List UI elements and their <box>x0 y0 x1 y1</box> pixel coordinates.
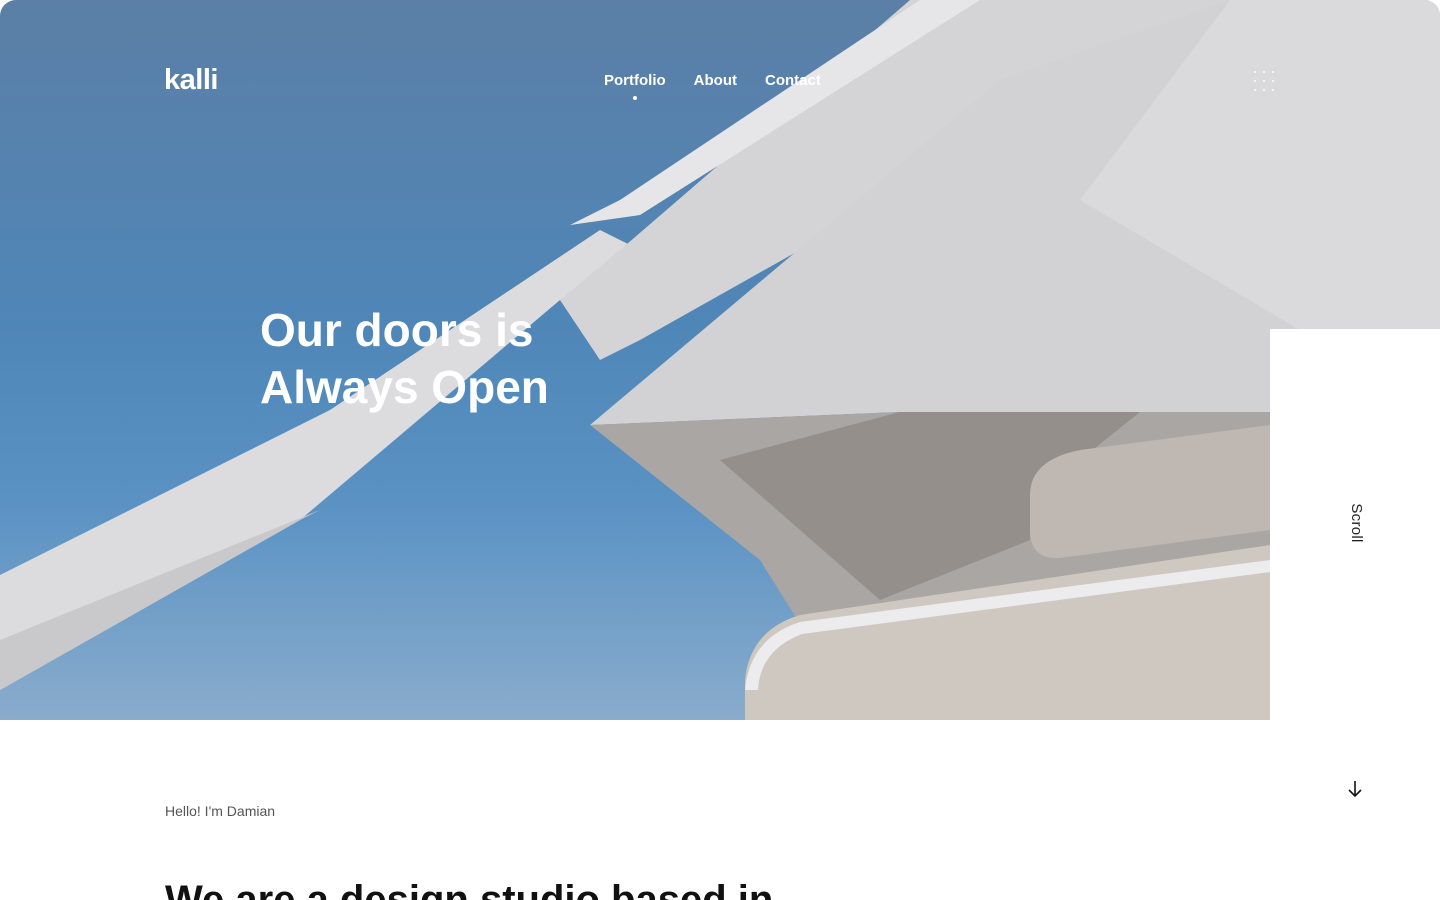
intro-greeting: Hello! I'm Damian <box>165 803 276 819</box>
logo[interactable]: kalli <box>164 64 218 97</box>
hero-headline: Our doors is Always Open <box>260 302 680 416</box>
nav-portfolio[interactable]: Portfolio <box>604 72 666 100</box>
scroll-label[interactable]: Scroll <box>1345 499 1365 547</box>
headline-line-2: Always Open <box>260 361 549 413</box>
arrow-down-icon[interactable] <box>1346 779 1364 799</box>
main-nav: Portfolio About Contact <box>604 72 821 100</box>
intro-heading-text: We are a design studio based in <box>165 880 865 900</box>
side-panel <box>1270 329 1440 900</box>
headline-line-1: Our doors is <box>260 304 534 356</box>
grid-dots-icon[interactable] <box>1254 71 1276 93</box>
hero-architecture-image <box>0 0 1440 720</box>
nav-contact[interactable]: Contact <box>765 72 821 89</box>
nav-about[interactable]: About <box>694 72 737 89</box>
hero-section <box>0 0 1440 720</box>
intro-heading: We are a design studio based in <box>165 880 865 900</box>
